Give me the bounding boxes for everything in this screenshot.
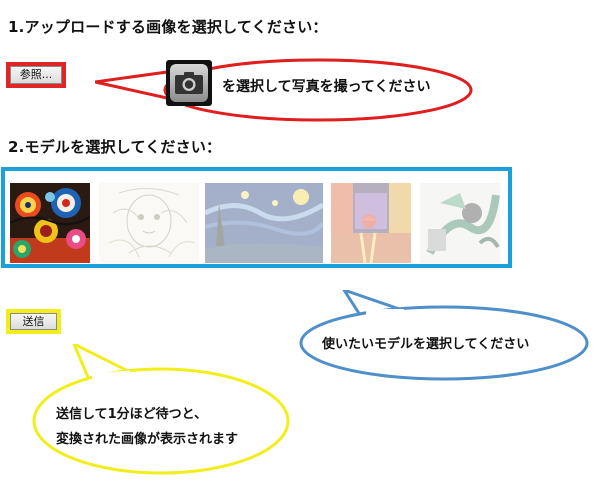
browse-button[interactable]: 参照... <box>10 66 62 84</box>
send-button[interactable]: 送信 <box>10 313 57 330</box>
result-hint-line2: 変換された画像が表示されます <box>56 432 239 447</box>
model-thumbnail-colorful-circles[interactable] <box>10 183 90 263</box>
camera-hint-text: を選択して写真を撮ってください <box>222 79 431 95</box>
browse-button-frame: 参照... <box>6 62 66 88</box>
send-button-frame: 送信 <box>6 309 61 334</box>
camera-icon <box>166 60 212 106</box>
model-thumbnail-sketch-portrait[interactable] <box>99 183 199 263</box>
step1-heading: 1.アップロードする画像を選択してください： <box>8 18 328 36</box>
result-hint-line1: 送信して1分ほど待つと、 <box>56 407 208 422</box>
model-thumbnail-rainy-street[interactable] <box>331 183 411 263</box>
model-hint-text: 使いたいモデルを選択してください <box>322 337 530 352</box>
model-selector <box>1 167 512 268</box>
model-thumbnail-green-abstract[interactable] <box>420 183 500 263</box>
model-thumbnail-starry-night[interactable] <box>205 183 323 263</box>
step2-heading: 2.モデルを選択してください： <box>8 138 222 156</box>
